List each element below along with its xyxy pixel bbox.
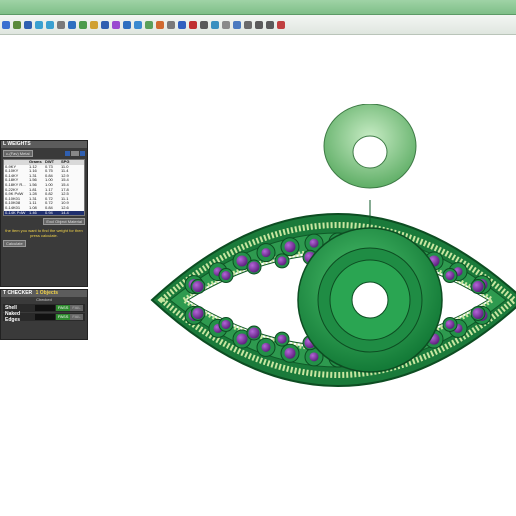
shade-icon[interactable] bbox=[200, 20, 208, 29]
checker-title: T CHECKER 1 Objects bbox=[1, 290, 87, 297]
amethyst-gem bbox=[309, 352, 319, 362]
zoom-extents-icon[interactable] bbox=[145, 20, 153, 29]
redo-icon[interactable] bbox=[46, 20, 54, 29]
amethyst-gem bbox=[236, 255, 248, 267]
pan-icon[interactable] bbox=[123, 20, 131, 29]
amethyst-gem bbox=[472, 307, 484, 319]
amethyst-gem bbox=[221, 271, 231, 281]
export-icon[interactable] bbox=[277, 20, 285, 29]
amethyst-gem bbox=[445, 271, 455, 281]
pass-badge: PASS bbox=[56, 305, 71, 311]
checker-panel: T CHECKER 1 Objects Checked Shell PASS F… bbox=[0, 289, 88, 340]
main-toolbar bbox=[0, 15, 516, 35]
amethyst-gem bbox=[248, 261, 260, 273]
instruction-text: the item you want to find the weight for… bbox=[5, 228, 83, 239]
amethyst-gem bbox=[277, 256, 287, 266]
amethyst-gem bbox=[472, 281, 484, 293]
excl-object-material-button[interactable]: Excl Object Material bbox=[43, 218, 85, 226]
metal-dropdown[interactable]: c-(Fav) Metal bbox=[3, 150, 33, 157]
amethyst-gem bbox=[284, 241, 296, 253]
move-icon[interactable] bbox=[79, 20, 87, 29]
amethyst-gem bbox=[261, 342, 271, 352]
amethyst-gem bbox=[445, 319, 455, 329]
amethyst-gem bbox=[248, 327, 260, 339]
bail-hole bbox=[352, 135, 388, 169]
mirror-icon[interactable] bbox=[112, 20, 120, 29]
zoom-icon[interactable] bbox=[134, 20, 142, 29]
open-icon[interactable] bbox=[13, 20, 21, 29]
scale-icon[interactable] bbox=[101, 20, 109, 29]
line-icon[interactable] bbox=[255, 20, 263, 29]
pass-badge: PASS bbox=[56, 314, 71, 320]
camera-icon[interactable] bbox=[222, 20, 230, 29]
snap-icon[interactable] bbox=[156, 20, 164, 29]
new-icon[interactable] bbox=[2, 20, 10, 29]
layers-icon[interactable] bbox=[178, 20, 186, 29]
panel-title: L WEIGHTS bbox=[1, 141, 87, 148]
calculate-button[interactable]: Calculate bbox=[3, 240, 26, 248]
render-icon[interactable] bbox=[211, 20, 219, 29]
select-icon[interactable] bbox=[68, 20, 76, 29]
delete-icon[interactable] bbox=[189, 20, 197, 29]
check-row-naked-edges: Naked Edges PASS FAIL bbox=[3, 311, 85, 323]
add-icon[interactable] bbox=[65, 151, 70, 156]
info-icon[interactable] bbox=[80, 151, 85, 156]
evil-eye-pendant-model[interactable] bbox=[148, 104, 516, 436]
fail-badge: FAIL bbox=[70, 314, 83, 320]
polyline-icon[interactable] bbox=[266, 20, 274, 29]
undo-icon[interactable] bbox=[35, 20, 43, 29]
lights-icon[interactable] bbox=[233, 20, 241, 29]
amethyst-gem bbox=[261, 248, 271, 258]
print-icon[interactable] bbox=[57, 20, 65, 29]
weights-table: Grams DWT SPG 0-9KY 1.12 0.73 11.0 0-10KY 1.1… bbox=[3, 159, 85, 217]
curve-icon[interactable] bbox=[244, 20, 252, 29]
amethyst-gem bbox=[284, 347, 296, 359]
amethyst-gem bbox=[192, 307, 204, 319]
amethyst-gem bbox=[221, 319, 231, 329]
metal-weights-panel: L WEIGHTS c-(Fav) Metal Grams DWT SPG 0-… bbox=[0, 140, 88, 287]
amethyst-gem bbox=[236, 333, 248, 345]
pupil-hole bbox=[351, 281, 389, 319]
grid-icon[interactable] bbox=[167, 20, 175, 29]
amethyst-gem bbox=[192, 281, 204, 293]
fail-badge: FAIL bbox=[70, 305, 83, 311]
amethyst-gem bbox=[277, 334, 287, 344]
save-icon[interactable] bbox=[24, 20, 32, 29]
window-titlebar bbox=[0, 0, 516, 15]
amethyst-gem bbox=[309, 238, 319, 248]
settings-icon[interactable] bbox=[71, 151, 79, 156]
rotate-icon[interactable] bbox=[90, 20, 98, 29]
table-row[interactable]: 0-14K PdW 1.46 0.94 14.4 bbox=[4, 210, 84, 216]
checker-subtitle: Checked bbox=[36, 297, 52, 302]
